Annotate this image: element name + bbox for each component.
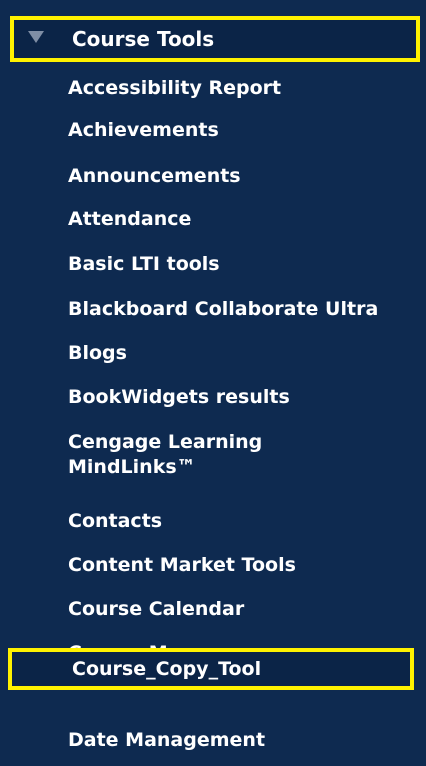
course-tool-achievements[interactable]: Achievements bbox=[68, 118, 219, 143]
course-tool-contacts[interactable]: Contacts bbox=[68, 509, 162, 534]
triangle-down-icon[interactable] bbox=[28, 31, 44, 43]
course-tools-title: Course Tools bbox=[72, 27, 215, 51]
course-tool-bookwidgets-results[interactable]: BookWidgets results bbox=[68, 385, 290, 410]
course-tool-accessibility-report[interactable]: Accessibility Report bbox=[68, 76, 281, 101]
course-tool-basic-lti-tools[interactable]: Basic LTI tools bbox=[68, 252, 220, 277]
course-copy-tool-highlight[interactable]: Course_Copy_Tool bbox=[8, 648, 414, 690]
course-tool-blogs[interactable]: Blogs bbox=[68, 341, 127, 366]
course-tool-content-market-tools[interactable]: Content Market Tools bbox=[68, 553, 296, 578]
course-tool-attendance[interactable]: Attendance bbox=[68, 207, 191, 232]
course-tool-announcements[interactable]: Announcements bbox=[68, 164, 241, 189]
course-tool-blackboard-collaborate-ultra[interactable]: Blackboard Collaborate Ultra bbox=[68, 297, 378, 322]
course-tool-cengage-learning-mindlinks[interactable]: Cengage Learning MindLinks™ bbox=[68, 430, 268, 480]
course-tools-header[interactable]: Course Tools bbox=[10, 16, 420, 62]
course-tool-course-calendar[interactable]: Course Calendar bbox=[68, 597, 244, 622]
course-tools-panel: Course Tools Accessibility Report Achiev… bbox=[0, 0, 426, 766]
course-tool-course-copy-tool[interactable]: Course_Copy_Tool bbox=[72, 657, 261, 682]
course-tool-date-management[interactable]: Date Management bbox=[68, 728, 265, 753]
